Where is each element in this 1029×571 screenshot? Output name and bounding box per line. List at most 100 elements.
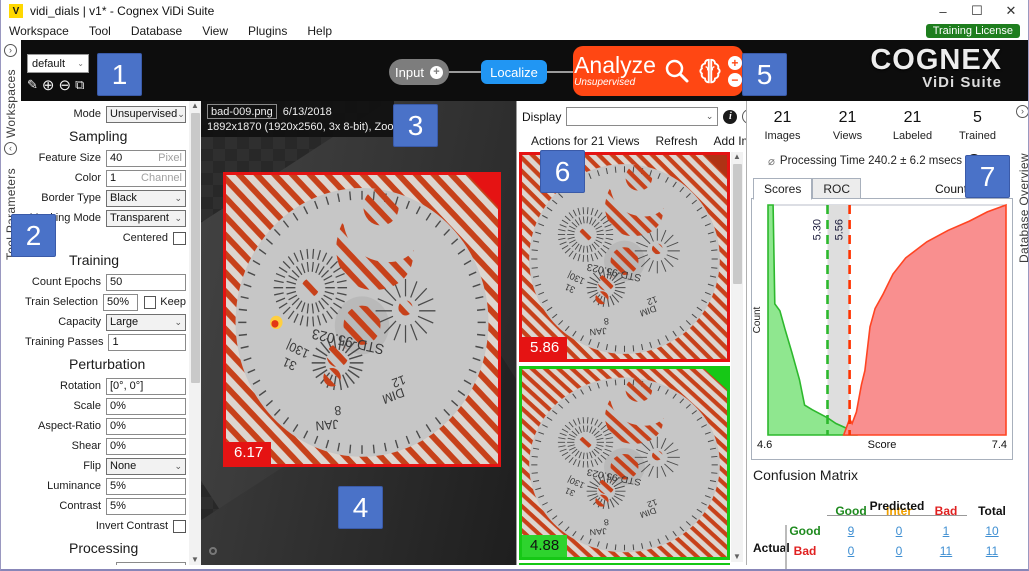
zoom-reset-icon[interactable]: [209, 547, 217, 555]
stat-value: 21: [750, 109, 815, 127]
scores-chart[interactable]: 5.305.56Count: [751, 198, 1013, 460]
param-input[interactable]: [0°, 0°]: [106, 378, 186, 395]
param-select[interactable]: Black⌄: [106, 190, 186, 207]
conf-good-total[interactable]: 10: [969, 521, 1015, 541]
param-input[interactable]: 0%: [106, 438, 186, 455]
scroll-down-icon[interactable]: ▼: [731, 552, 743, 562]
param-input[interactable]: 50: [106, 274, 186, 291]
param-label: Training Passes: [25, 336, 108, 348]
annotation-marker-7: 7: [965, 155, 1010, 198]
param-row-color: Color1Channel: [25, 168, 186, 188]
param-input[interactable]: 0%: [106, 418, 186, 435]
param-input-value: 0%: [110, 400, 126, 412]
param-checkbox[interactable]: [173, 520, 186, 533]
rename-workspace-icon[interactable]: ✎: [27, 77, 38, 93]
section-sampling: Sampling: [25, 124, 186, 148]
annotation-marker-3: 3: [393, 104, 438, 147]
svg-text:Count: Count: [752, 306, 763, 333]
close-button[interactable]: ✕: [994, 0, 1028, 22]
score-badge: 5.86: [522, 337, 567, 359]
display-info-icon[interactable]: i: [723, 110, 737, 124]
param-select[interactable]: Unsupervised⌄: [106, 106, 186, 123]
maximize-button[interactable]: ☐: [960, 0, 994, 22]
menu-view[interactable]: View: [192, 24, 238, 38]
param-select[interactable]: Transparent⌄: [106, 210, 186, 227]
param-checkbox[interactable]: [173, 232, 186, 245]
conf-good-bad[interactable]: 1: [923, 521, 969, 541]
tool-parameters-scrollbar[interactable]: ▲ ▼: [189, 101, 201, 565]
workspaces-tab[interactable]: Workspaces: [4, 60, 18, 138]
add-workspace-icon[interactable]: ⊕: [42, 76, 55, 94]
param-select[interactable]: Large⌄: [106, 314, 186, 331]
workspace-select-value: default: [32, 58, 65, 70]
analyzed-image-view[interactable]: STD-95.02312DIM130|318JAN6.17: [223, 172, 501, 467]
conf-bad-inter[interactable]: 0: [875, 541, 923, 561]
localize-tool-button[interactable]: Localize: [481, 60, 547, 84]
conf-bad-bad[interactable]: 11: [923, 541, 969, 561]
remove-workspace-icon[interactable]: ⊖: [58, 76, 71, 94]
menu-help[interactable]: Help: [297, 24, 342, 38]
tab-scores[interactable]: Scores: [753, 178, 812, 200]
views-scrollbar[interactable]: ▲ ▼: [731, 152, 743, 562]
param-input[interactable]: 3: [116, 562, 186, 566]
license-badge: Training License: [926, 24, 1020, 38]
param-label: Flip: [25, 460, 106, 472]
input-tool-button[interactable]: Input +: [389, 59, 449, 85]
scroll-up-icon[interactable]: ▲: [189, 101, 201, 111]
stat-images: 21 Images: [750, 109, 815, 142]
workspaces-expand-icon[interactable]: ›: [4, 44, 17, 57]
copy-workspace-icon[interactable]: ⧉: [75, 77, 84, 93]
conf-bad-total[interactable]: 11: [969, 541, 1015, 561]
menu-workspace[interactable]: Workspace: [1, 24, 79, 38]
menu-database[interactable]: Database: [121, 24, 192, 38]
actions-for-views-button[interactable]: Actions for 21 Views: [531, 134, 640, 148]
scroll-down-icon[interactable]: ▼: [189, 555, 201, 565]
keep-checkbox[interactable]: [144, 296, 156, 309]
param-input[interactable]: 0%: [106, 398, 186, 415]
workspace-select[interactable]: default ⌄: [27, 54, 89, 73]
param-row-rotation: Rotation[0°, 0°]: [25, 376, 186, 396]
display-select[interactable]: ⌄: [566, 107, 718, 126]
scroll-up-icon[interactable]: ▲: [731, 152, 743, 162]
param-label: Rotation: [25, 380, 106, 392]
confusion-matrix: Confusion Matrix Predicted Good Inter Ba…: [753, 467, 1011, 561]
param-input[interactable]: 50%: [103, 294, 138, 311]
param-input[interactable]: 5%: [106, 498, 186, 515]
conf-bad-good[interactable]: 0: [827, 541, 875, 561]
menu-tool[interactable]: Tool: [79, 24, 121, 38]
param-input[interactable]: 5%: [106, 478, 186, 495]
param-row-scale: Scale0%: [25, 396, 186, 416]
conf-good-inter[interactable]: 0: [875, 521, 923, 541]
stat-label: Views: [815, 130, 880, 142]
view-thumbnail-partial[interactable]: [519, 563, 730, 565]
view-thumbnail-good[interactable]: STD-95.02312DIM130|318JAN4.88: [519, 366, 730, 560]
scrollbar-thumb[interactable]: [733, 164, 742, 284]
param-row-mode: ModeUnsupervised⌄: [25, 104, 186, 124]
menu-plugins[interactable]: Plugins: [238, 24, 297, 38]
param-select[interactable]: None⌄: [106, 458, 186, 475]
param-input-value: 5%: [110, 480, 126, 492]
image-filename-field[interactable]: bad-009.png: [207, 104, 277, 119]
param-unit: Channel: [141, 172, 182, 184]
image-date: 6/13/2018: [283, 106, 332, 118]
conf-good-good[interactable]: 9: [827, 521, 875, 541]
param-label: Luminance: [25, 480, 106, 492]
zoom-out-icon[interactable]: −: [728, 73, 742, 87]
database-overview-tab[interactable]: Database Overview: [1017, 123, 1029, 263]
param-input[interactable]: 1Channel: [106, 170, 186, 187]
minimize-button[interactable]: –: [926, 0, 960, 22]
param-select-value: None: [110, 460, 136, 472]
database-overview-collapse-icon[interactable]: ›: [1016, 105, 1029, 118]
count-axis-top-label: Count: [935, 182, 967, 196]
tab-roc[interactable]: ROC: [812, 178, 861, 200]
param-unit: Pixel: [158, 152, 182, 164]
refresh-button[interactable]: Refresh: [656, 134, 698, 148]
tool-parameters-collapse-icon[interactable]: ‹: [4, 142, 17, 155]
param-input[interactable]: 1: [108, 334, 186, 351]
zoom-in-icon[interactable]: +: [728, 56, 742, 70]
param-input-value: 1: [112, 336, 118, 348]
main-toolbar: default ⌄ ✎ ⊕ ⊖ ⧉ Input + Localize Analy…: [21, 40, 1029, 101]
analyze-tool-button[interactable]: Analyze Unsupervised + −: [573, 46, 743, 96]
scrollbar-thumb[interactable]: [191, 113, 200, 383]
param-input[interactable]: 40Pixel: [106, 150, 186, 167]
